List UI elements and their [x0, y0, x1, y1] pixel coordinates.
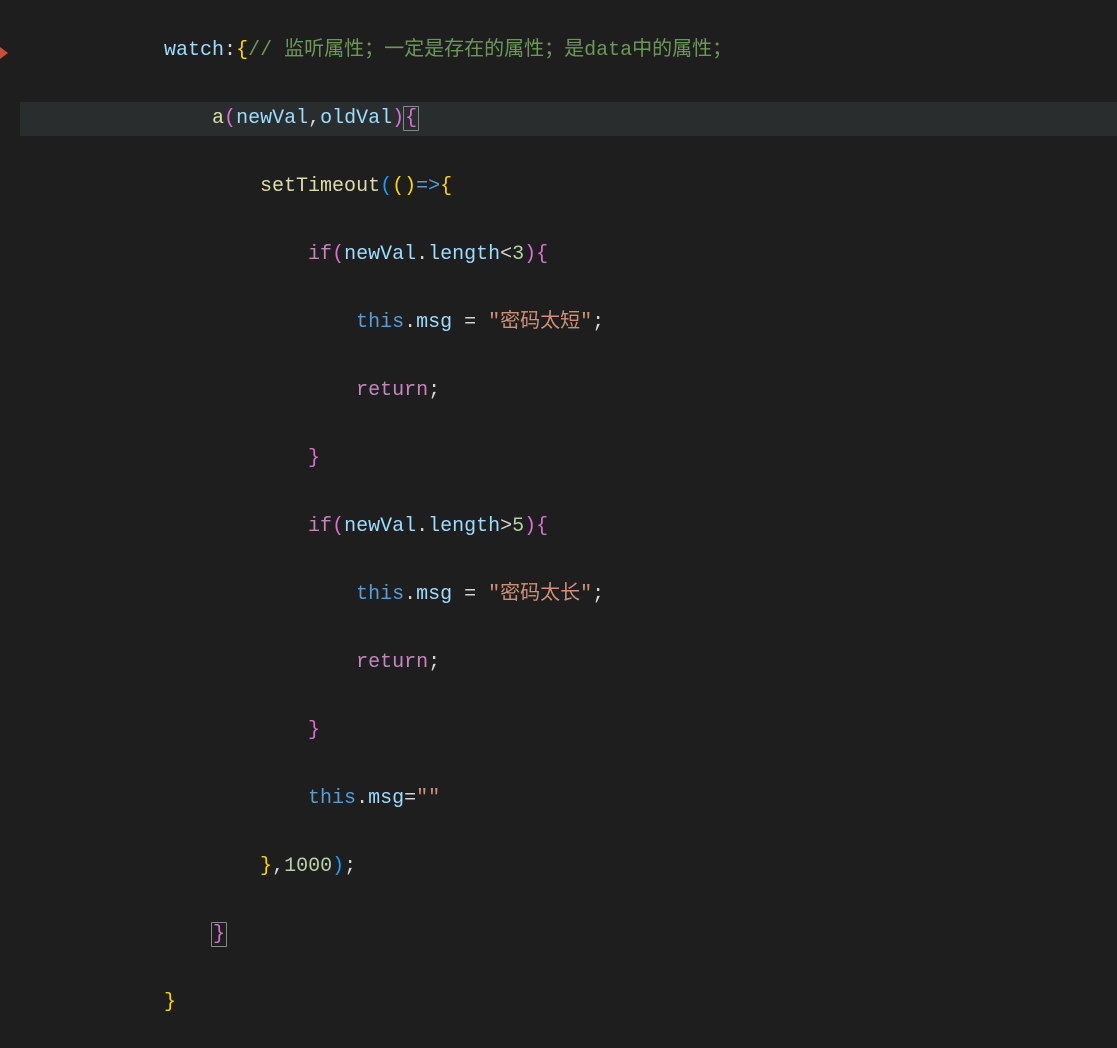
token-punct: ,	[272, 855, 284, 878]
token-brace: (	[380, 175, 392, 198]
token-punct: .	[356, 787, 368, 810]
token-variable: oldVal	[320, 107, 392, 130]
token-punct: ;	[592, 311, 604, 334]
code-line[interactable]: this.msg = "密码太短";	[20, 306, 1117, 340]
token-number: 1000	[284, 855, 332, 878]
token-property: msg	[416, 311, 452, 334]
token-brace-highlighted: }	[211, 922, 227, 947]
token-function: setTimeout	[260, 175, 380, 198]
token-brace: }	[260, 855, 272, 878]
token-punct: .	[416, 243, 428, 266]
code-line[interactable]: return;	[20, 374, 1117, 408]
code-line[interactable]: if(newVal.length<3){	[20, 238, 1117, 272]
token-property: length	[428, 243, 500, 266]
code-line[interactable]: if(newVal.length>5){	[20, 510, 1117, 544]
token-brace: (	[332, 515, 344, 538]
token-this: this	[356, 311, 404, 334]
token-brace: }	[308, 447, 320, 470]
token-punct: ;	[428, 651, 440, 674]
token-punct: :	[224, 39, 236, 62]
token-number: 3	[512, 243, 524, 266]
code-line[interactable]: this.msg=""	[20, 782, 1117, 816]
code-line[interactable]: }	[20, 986, 1117, 1020]
token-brace: }	[164, 991, 176, 1014]
token-punct: .	[416, 515, 428, 538]
token-brace: {	[440, 175, 452, 198]
token-function: a	[212, 107, 224, 130]
token-this: this	[308, 787, 356, 810]
breakpoint-arrow-icon[interactable]	[0, 47, 8, 59]
token-operator: >	[500, 515, 512, 538]
token-brace: ()	[392, 175, 416, 198]
token-property: watch	[164, 39, 224, 62]
code-line[interactable]: setTimeout(()=>{	[20, 170, 1117, 204]
token-punct: ,	[308, 107, 320, 130]
token-punct: ;	[428, 379, 440, 402]
token-operator: =	[404, 787, 416, 810]
token-keyword: if	[308, 515, 332, 538]
token-keyword: return	[356, 651, 428, 674]
token-punct: ;	[344, 855, 356, 878]
code-line[interactable]: }	[20, 442, 1117, 476]
token-variable: newVal	[344, 243, 416, 266]
editor-gutter	[0, 0, 20, 524]
token-punct: ;	[592, 583, 604, 606]
token-brace: (	[224, 107, 236, 130]
code-line[interactable]: },1000);	[20, 850, 1117, 884]
token-property: msg	[416, 583, 452, 606]
token-brace: {	[236, 39, 248, 62]
token-operator: =	[452, 583, 488, 606]
token-variable: newVal	[344, 515, 416, 538]
token-punct: .	[404, 583, 416, 606]
token-brace-highlighted: {	[403, 106, 419, 131]
token-string: "密码太短"	[488, 311, 592, 334]
token-brace: {	[536, 243, 548, 266]
code-editor[interactable]: watch:{// 监听属性；一定是存在的属性；是data中的属性； a(new…	[0, 0, 1117, 1048]
token-brace: )	[524, 243, 536, 266]
token-brace: )	[524, 515, 536, 538]
token-brace: )	[332, 855, 344, 878]
token-keyword: return	[356, 379, 428, 402]
code-line[interactable]: }	[20, 918, 1117, 952]
token-comment: // 监听属性；一定是存在的属性；是data中的属性；	[248, 39, 732, 62]
token-property: msg	[368, 787, 404, 810]
token-operator: <	[500, 243, 512, 266]
code-line-active[interactable]: a(newVal,oldVal){	[20, 102, 1117, 136]
token-operator: =	[452, 311, 488, 334]
token-variable: newVal	[236, 107, 308, 130]
token-brace: {	[536, 515, 548, 538]
code-line[interactable]: this.msg = "密码太长";	[20, 578, 1117, 612]
token-keyword: if	[308, 243, 332, 266]
token-this: this	[356, 583, 404, 606]
token-string: "密码太长"	[488, 583, 592, 606]
token-number: 5	[512, 515, 524, 538]
code-line[interactable]: }	[20, 714, 1117, 748]
token-punct: .	[404, 311, 416, 334]
code-line[interactable]: watch:{// 监听属性；一定是存在的属性；是data中的属性；	[20, 34, 1117, 68]
token-property: length	[428, 515, 500, 538]
token-brace: (	[332, 243, 344, 266]
token-brace: }	[308, 719, 320, 742]
token-keyword: =>	[416, 175, 440, 198]
token-string: ""	[416, 787, 440, 810]
code-line[interactable]: return;	[20, 646, 1117, 680]
